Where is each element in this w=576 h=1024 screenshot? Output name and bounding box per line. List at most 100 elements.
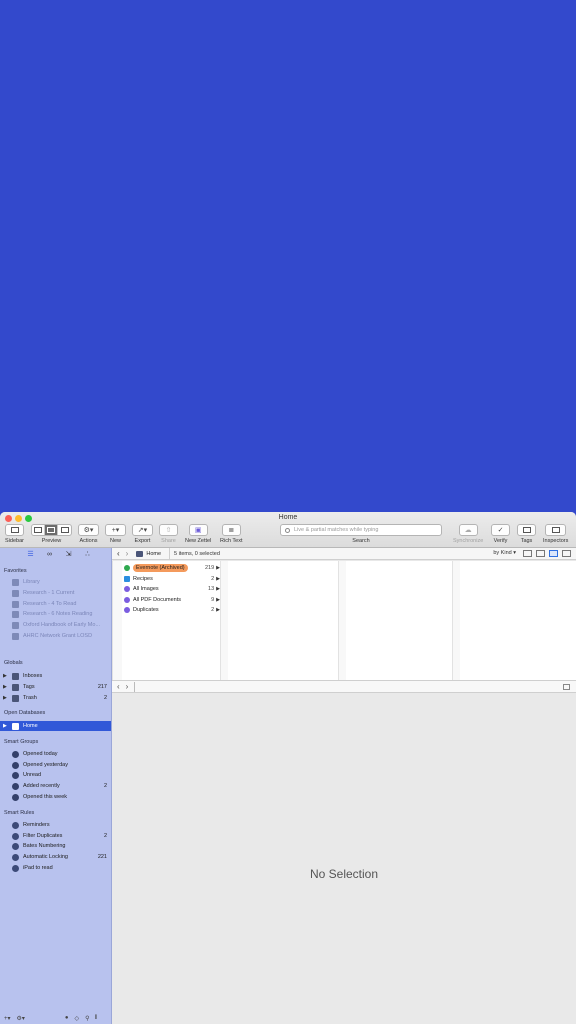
smart-rule-item[interactable]: Automatic Locking 221: [0, 852, 111, 862]
vertical-split-icon: [60, 527, 69, 533]
column-view-icon[interactable]: [549, 550, 558, 557]
graph-icon[interactable]: ∴: [83, 551, 92, 558]
list-item[interactable]: Evernote (Archived) 219 ▶: [124, 563, 220, 573]
sidebar-item-inboxes[interactable]: ▶ Inboxes: [0, 671, 111, 681]
tags-label: Tags: [520, 538, 533, 544]
sidebar-item-trash[interactable]: ▶ Trash 2: [0, 693, 111, 703]
smart-group-item[interactable]: Added recently 2: [0, 781, 111, 791]
list-item[interactable]: All PDF Documents 9 ▶: [124, 595, 220, 605]
list-view-icon[interactable]: [536, 550, 545, 557]
notebook-icon: [12, 621, 19, 629]
sidebar-item-label: Automatic Locking: [23, 854, 68, 860]
list-item[interactable]: Recipes 2 ▶: [124, 574, 220, 584]
new-zettel-button[interactable]: ▣ New Zettel: [185, 524, 211, 544]
smart-group-item[interactable]: Opened this week: [0, 792, 111, 802]
database-icon: [12, 722, 19, 730]
add-icon[interactable]: +▾: [4, 1015, 11, 1022]
evernote-icon: [124, 565, 130, 571]
column-divider[interactable]: [220, 561, 228, 681]
expand-arrow-icon: ▶: [216, 586, 220, 592]
item-label: Duplicates: [133, 607, 159, 613]
breadcrumb[interactable]: Home: [136, 550, 161, 557]
actions-button[interactable]: ⚙▾ Actions: [78, 524, 99, 544]
list-item[interactable]: All Images 13 ▶: [124, 584, 220, 594]
verify-button[interactable]: ✓ Verify: [491, 524, 510, 544]
cover-flow-icon[interactable]: [562, 550, 571, 557]
tag-filter-icon[interactable]: ◇: [75, 1015, 80, 1022]
import-icon[interactable]: ⇲: [64, 551, 73, 558]
new-zettel-label: New Zettel: [185, 538, 212, 544]
disclosure-triangle-icon[interactable]: ▶: [3, 695, 9, 701]
layout-vertical-button[interactable]: [58, 525, 71, 535]
favorite-item[interactable]: Research - 1 Current: [0, 588, 111, 598]
new-button[interactable]: +▾ New: [105, 524, 126, 544]
smart-rule-icon: [12, 864, 19, 872]
export-label: Export: [134, 538, 151, 544]
disclosure-triangle-icon[interactable]: ▶: [3, 673, 9, 679]
favorite-item[interactable]: Research - 6 Notes Reading: [0, 609, 111, 619]
resize-handle-icon[interactable]: ⦀: [95, 1015, 98, 1022]
forward-arrow-icon[interactable]: ›: [126, 549, 129, 558]
list-view-icon[interactable]: ☰: [26, 551, 35, 558]
gear-icon[interactable]: ⚙▾: [17, 1015, 25, 1022]
favorite-item[interactable]: Oxford Handbook of Early Mo...: [0, 620, 111, 630]
forward-arrow-icon[interactable]: ›: [126, 682, 129, 691]
item-label: All Images: [133, 586, 159, 592]
export-button[interactable]: ↗▾ Export: [132, 524, 153, 544]
favorite-item[interactable]: Research - 4 To Read: [0, 599, 111, 609]
smart-rule-item[interactable]: Filter Duplicates 2: [0, 831, 111, 841]
document-info-icon[interactable]: [563, 684, 570, 690]
item-label: Recipes: [133, 576, 153, 582]
preview-control[interactable]: Preview: [31, 524, 72, 544]
sidebar-item-home[interactable]: ▶ Home: [0, 721, 111, 731]
activity-icon[interactable]: ●: [65, 1015, 69, 1021]
smart-rule-item[interactable]: Reminders: [0, 820, 111, 830]
disclosure-triangle-icon[interactable]: ▶: [3, 684, 9, 690]
favorite-item[interactable]: Library: [0, 577, 111, 587]
sort-menu[interactable]: by Kind ▾: [493, 550, 516, 556]
pin-icon[interactable]: ⚲: [85, 1015, 89, 1022]
list-item[interactable]: Duplicates 2 ▶: [124, 605, 220, 615]
widescreen-icon: [34, 527, 42, 533]
smart-rule-icon: [12, 842, 19, 850]
sort-label: by Kind: [493, 550, 512, 556]
sidebar-item-label: Home: [23, 723, 38, 729]
rich-text-button[interactable]: ≣ Rich Text: [220, 524, 243, 544]
smart-group-icon: [12, 782, 19, 790]
sidebar-toggle[interactable]: Sidebar: [5, 524, 24, 544]
divider: [134, 681, 136, 692]
search-input[interactable]: Live & partial matches while typing: [280, 524, 442, 536]
database-icon: [136, 550, 144, 557]
column-divider[interactable]: [338, 561, 346, 681]
glasses-icon[interactable]: ∞: [45, 551, 54, 558]
smart-rule-item[interactable]: Bates Numbering: [0, 841, 111, 851]
favorite-label: Library: [23, 579, 40, 585]
layout-widescreen-button[interactable]: [32, 525, 45, 535]
synchronize-button[interactable]: ☁ Synchronize: [453, 524, 483, 544]
smart-group-item[interactable]: Opened today: [0, 749, 111, 759]
notebook-icon: [12, 610, 19, 618]
back-arrow-icon[interactable]: ‹: [117, 549, 120, 558]
layout-horizontal-button[interactable]: [45, 525, 58, 535]
column-divider[interactable]: [452, 561, 460, 681]
smart-group-item[interactable]: Opened yesterday: [0, 760, 111, 770]
smart-group-item[interactable]: Unread: [0, 770, 111, 780]
tags-button[interactable]: Tags: [517, 524, 536, 544]
sidebar-item-label: Filter Duplicates: [23, 833, 63, 839]
gear-icon: ⚙▾: [83, 527, 94, 534]
item-status: 5 items, 0 selected: [169, 548, 220, 559]
item-count: 2: [103, 695, 107, 701]
share-button[interactable]: ⇧ Share: [159, 524, 178, 544]
sidebar-footer: +▾ ⚙▾ ● ◇ ⚲ ⦀: [0, 1012, 111, 1024]
icon-view-icon[interactable]: [523, 550, 532, 557]
column-divider[interactable]: [112, 561, 122, 681]
item-count: 2: [103, 833, 107, 839]
favorite-item[interactable]: AHRC Network Grant LOSD: [0, 631, 111, 641]
app-window: Home Sidebar Preview ⚙▾ Actions +▾ New ↗…: [0, 512, 576, 1024]
notebook-icon: [12, 632, 19, 640]
disclosure-triangle-icon[interactable]: ▶: [3, 723, 9, 729]
smart-rule-item[interactable]: iPad to read: [0, 863, 111, 873]
back-arrow-icon[interactable]: ‹: [117, 682, 120, 691]
sidebar-item-tags[interactable]: ▶ Tags 217: [0, 682, 111, 692]
inspectors-button[interactable]: Inspectors: [543, 524, 568, 544]
